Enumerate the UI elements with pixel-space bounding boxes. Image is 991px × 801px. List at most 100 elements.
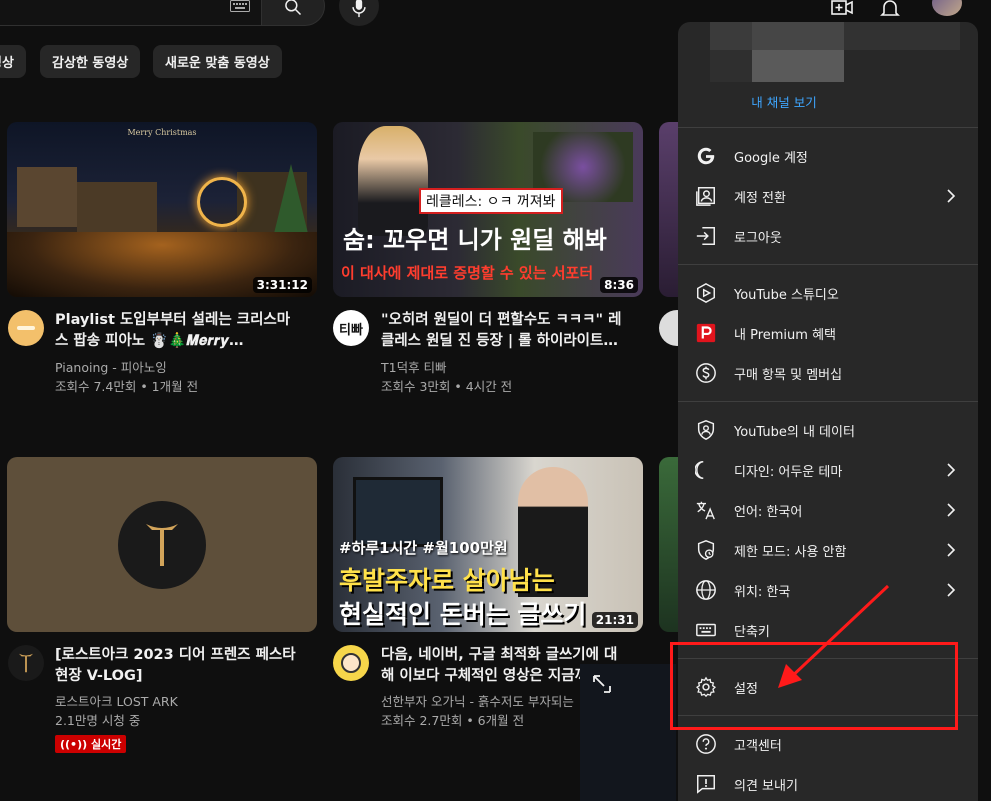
menu-item-label: 계정 전환 xyxy=(734,191,786,206)
thumbnail-tags: #하루1시간 #월100만원 xyxy=(339,539,508,557)
thumbnail-subline: 이 대사에 제대로 증명할 수 있는 서포터 xyxy=(341,264,594,282)
title-line: 다음, 네이버, 구글 최적화 글쓰기에 대 xyxy=(381,647,618,663)
lost-ark-emblem-icon xyxy=(18,653,34,673)
blurred-avatar xyxy=(710,22,752,50)
menu-item-appearance[interactable]: 디자인: 어두운 테마 xyxy=(678,450,978,490)
thumbnail-headline: 숨: 꼬우면 니가 원딜 해봐 xyxy=(343,226,607,254)
live-badge: ((•)) 실시간 xyxy=(55,735,127,753)
chevron-right-icon xyxy=(947,583,956,597)
globe-icon xyxy=(696,580,716,600)
video-meta: 2.1만명 시청 중 xyxy=(55,713,141,728)
create-video-icon[interactable] xyxy=(831,0,853,16)
channel-name[interactable]: T1덕후 티빠 xyxy=(381,358,447,377)
menu-item-purchases[interactable]: 구매 항목 및 멤버십 xyxy=(678,353,978,393)
menu-item-label: 내 Premium 혜택 xyxy=(734,328,836,343)
feedback-icon xyxy=(697,775,715,794)
menu-item-google-account[interactable]: Google 계정 xyxy=(678,136,978,176)
menu-item-help[interactable]: 고객센터 xyxy=(678,724,978,764)
menu-item-label: 구매 항목 및 멤버십 xyxy=(734,368,843,383)
channel-avatar[interactable] xyxy=(333,645,369,681)
lost-ark-emblem-icon xyxy=(146,524,178,566)
video-meta: 조회수 7.4만회 • 1개월 전 xyxy=(55,379,199,394)
face-icon xyxy=(341,653,361,673)
channel-name[interactable]: 선한부자 오가닉 - 흙수저도 부자되는 xyxy=(381,692,574,711)
menu-item-studio[interactable]: YouTube 스튜디오 xyxy=(678,273,978,313)
purchases-icon xyxy=(696,363,716,383)
mic-icon xyxy=(352,0,366,18)
switch-account-icon xyxy=(696,187,715,206)
blurred-name xyxy=(752,22,844,50)
blurred-avatar xyxy=(710,50,752,82)
video-thumbnail[interactable]: Merry Christmas 3:31:12 xyxy=(7,122,317,297)
duration-badge: 21:31 xyxy=(591,612,638,628)
chip-watched[interactable]: 감상한 동영상 xyxy=(40,45,141,78)
view-channel-link[interactable]: 내 채널 보기 xyxy=(678,92,890,111)
video-meta: 조회수 2.7만회 • 6개월 전 xyxy=(381,713,525,728)
divider xyxy=(678,127,978,128)
video-title[interactable]: [로스트아크 2023 디어 프렌즈 페스타 현장 V-LOG] xyxy=(55,645,305,687)
menu-item-your-data[interactable]: YouTube의 내 데이터 xyxy=(678,410,978,450)
menu-item-switch-account[interactable]: 계정 전환 xyxy=(678,176,978,216)
channel-name[interactable]: 로스트아크 LOST ARK xyxy=(55,692,178,711)
chip-label: 새로운 맞춤 동영상 xyxy=(165,56,270,71)
menu-item-premium[interactable]: 내 Premium 혜택 xyxy=(678,313,978,353)
menu-item-label: Google 계정 xyxy=(734,151,808,166)
ferris-wheel xyxy=(197,177,247,227)
building xyxy=(17,167,77,227)
video-title[interactable]: "오히려 원딜이 더 편할수도 ㅋㅋㅋ" 레 클레스 원딜 진 등장 | 롤 하… xyxy=(381,310,631,352)
channel-avatar[interactable] xyxy=(8,645,44,681)
menu-item-feedback[interactable]: 의견 보내기 xyxy=(678,764,978,801)
avatar[interactable] xyxy=(932,0,962,16)
chevron-right-icon xyxy=(947,463,956,477)
chip-label: 감상한 동영상 xyxy=(52,56,129,71)
keyboard-icon[interactable] xyxy=(230,0,250,12)
voice-search-button[interactable] xyxy=(339,0,379,26)
translate-icon xyxy=(696,501,715,520)
miniplayer[interactable] xyxy=(580,664,676,801)
chip-label: 영상 xyxy=(0,56,14,71)
menu-item-label: 단축키 xyxy=(734,625,770,640)
search-icon xyxy=(285,0,302,16)
video-thumbnail[interactable] xyxy=(7,457,317,632)
menu-item-sign-out[interactable]: 로그아웃 xyxy=(678,216,978,256)
title-line: 클레스 원딜 진 등장 | 롤 하이라이트… xyxy=(381,333,618,349)
account-header: 내 채널 보기 xyxy=(678,22,978,127)
channel-avatar[interactable]: 티빠 xyxy=(333,310,369,346)
moon-icon xyxy=(695,461,704,479)
menu-item-label: 의견 보내기 xyxy=(734,779,798,794)
title-line: Playlist 도입부부터 설레는 크리스마 xyxy=(55,312,291,328)
menu-item-label: 로그아웃 xyxy=(734,231,782,246)
menu-item-restricted-mode[interactable]: 제한 모드: 사용 안함 xyxy=(678,530,978,570)
divider xyxy=(678,401,978,402)
video-meta: 조회수 3만회 • 4시간 전 xyxy=(381,379,513,394)
thumbnail-subline: 현실적인 돈버는 글쓰기 xyxy=(339,600,587,629)
channel-name[interactable]: Pianoing - 피아노잉 xyxy=(55,358,167,377)
bell-icon[interactable] xyxy=(880,0,900,16)
title-line: "오히려 원딜이 더 편할수도 ㅋㅋㅋ" 레 xyxy=(381,312,622,328)
menu-item-language[interactable]: 언어: 한국어 xyxy=(678,490,978,530)
video-title[interactable]: Playlist 도입부부터 설레는 크리스마 스 팝송 피아노 ☃️🎄𝑴𝒆𝒓𝒓… xyxy=(55,310,305,352)
help-icon xyxy=(696,734,716,754)
keyboard-icon xyxy=(696,623,716,637)
blurred-name xyxy=(752,50,844,82)
search-input[interactable] xyxy=(0,0,262,26)
menu-item-label: 언어: 한국어 xyxy=(734,505,803,520)
menu-item-label: YouTube 스튜디오 xyxy=(734,288,839,303)
divider xyxy=(678,264,978,265)
studio-icon xyxy=(697,282,715,304)
search-button[interactable] xyxy=(261,0,325,26)
video-thumbnail[interactable]: 레클레스: ㅇㅋ 꺼져봐 숨: 꼬우면 니가 원딜 해봐 이 대사에 제대로 증… xyxy=(333,122,643,297)
menu-item-label: 디자인: 어두운 테마 xyxy=(734,465,843,480)
video-thumbnail[interactable]: #하루1시간 #월100만원 후발주자로 살아남는 현실적인 돈버는 글쓰기 2… xyxy=(333,457,643,632)
chip-new-for-you[interactable]: 새로운 맞춤 동영상 xyxy=(153,45,282,78)
menu-item-label: 제한 모드: 사용 안함 xyxy=(734,545,847,560)
title-line: 스 팝송 피아노 ☃️🎄𝑴𝒆𝒓𝒓𝒚… xyxy=(55,333,244,349)
blurred-handle xyxy=(844,22,960,50)
thumbnail-caption: 레클레스: ㅇㅋ 꺼져봐 xyxy=(419,188,563,214)
piano-icon xyxy=(17,326,35,330)
menu-item-label: 고객센터 xyxy=(734,739,782,754)
channel-avatar[interactable] xyxy=(8,310,44,346)
thumbnail-headline: 후발주자로 살아남는 xyxy=(339,566,555,595)
chip-videos[interactable]: 영상 xyxy=(0,45,26,78)
expand-icon[interactable] xyxy=(592,674,612,694)
